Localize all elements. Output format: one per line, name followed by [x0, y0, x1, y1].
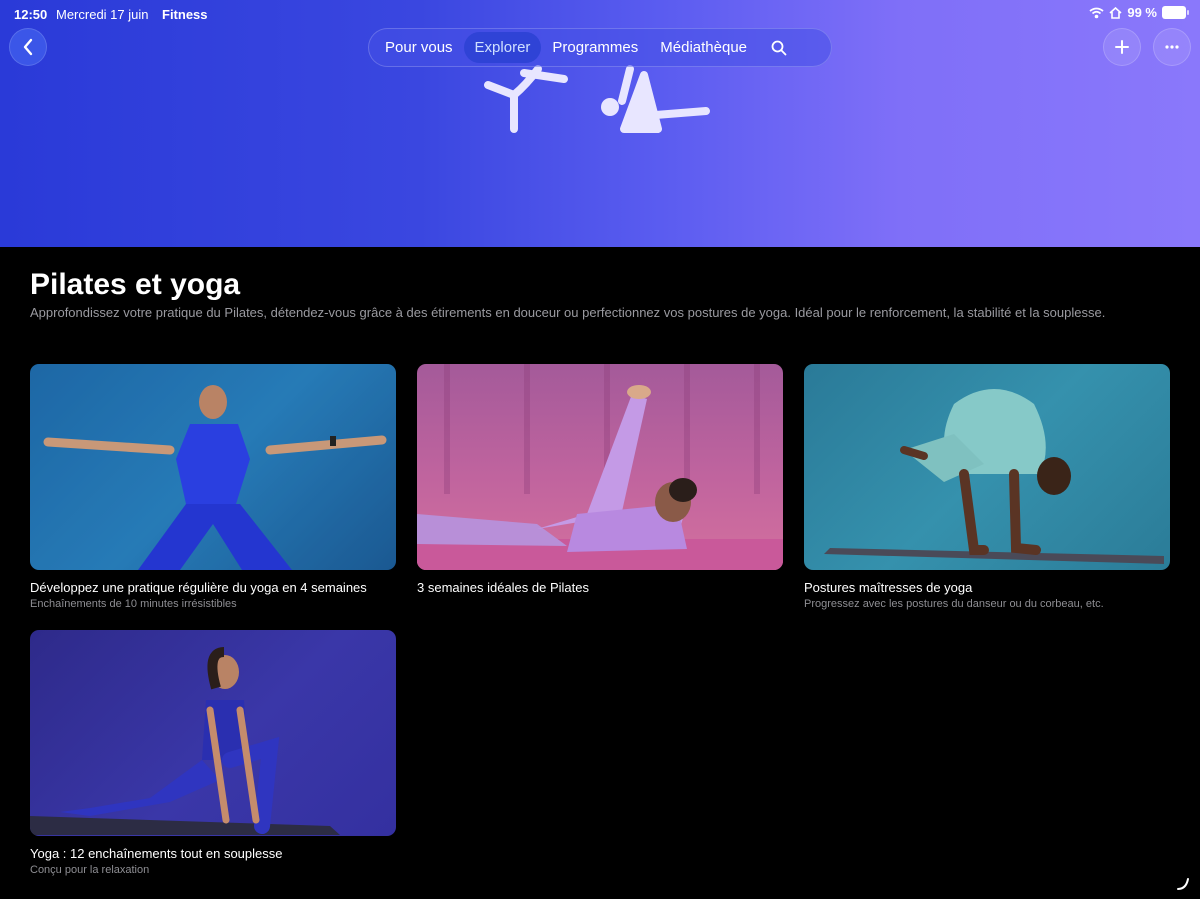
- program-title: Yoga : 12 enchaînements tout en soupless…: [30, 846, 283, 861]
- crow-pose-figure: [824, 389, 1164, 564]
- program-subtitle: Conçu pour la relaxation: [30, 864, 150, 876]
- home-icon: [1109, 6, 1122, 19]
- program-thumbnail[interactable]: [30, 630, 396, 836]
- status-bar: 12:50 Mercredi 17 juin Fitness 99 %: [0, 0, 1200, 28]
- pilates-yoga-icon: [484, 65, 710, 133]
- program-card[interactable]: Développez une pratique régulière du yog…: [30, 364, 396, 610]
- tab-pour-vous[interactable]: Pour vous: [374, 32, 464, 63]
- program-card[interactable]: Postures maîtresses de yoga Progressez a…: [804, 364, 1170, 610]
- page-subtitle: Approfondissez votre pratique du Pilates…: [30, 305, 1106, 320]
- tab-programmes[interactable]: Programmes: [541, 32, 649, 63]
- status-date: Mercredi 17 juin: [56, 7, 149, 22]
- tab-mediatheque[interactable]: Médiathèque: [649, 32, 758, 63]
- battery-icon: [1162, 6, 1189, 19]
- ellipsis-icon: [1165, 45, 1179, 49]
- back-button[interactable]: [9, 28, 47, 66]
- battery-percentage: 99 %: [1127, 5, 1157, 20]
- program-thumbnail[interactable]: [30, 364, 396, 570]
- status-time: 12:50: [14, 7, 48, 22]
- resize-handle-icon[interactable]: [1176, 877, 1190, 891]
- tab-bar: Pour vous Explorer Programmes Médiathèqu…: [368, 28, 832, 67]
- yoga-warrior-figure: [30, 364, 396, 570]
- tab-explorer[interactable]: Explorer: [463, 32, 542, 63]
- status-app-name: Fitness: [162, 7, 208, 22]
- wifi-icon: [1089, 7, 1104, 18]
- search-icon: [771, 40, 787, 55]
- program-title: 3 semaines idéales de Pilates: [417, 580, 589, 595]
- chevron-left-icon: [23, 38, 33, 56]
- program-thumbnail[interactable]: [417, 364, 783, 570]
- program-subtitle: Progressez avec les postures du danseur …: [804, 598, 1104, 610]
- more-button[interactable]: [1153, 28, 1191, 66]
- search-button[interactable]: [764, 33, 794, 63]
- program-card[interactable]: Yoga : 12 enchaînements tout en soupless…: [30, 630, 396, 876]
- plus-icon: [1115, 40, 1129, 54]
- program-card[interactable]: 3 semaines idéales de Pilates: [417, 364, 783, 598]
- page-title: Pilates et yoga: [30, 268, 241, 301]
- pilates-figure: [417, 364, 783, 570]
- lunge-figure: [30, 647, 340, 835]
- program-thumbnail[interactable]: [804, 364, 1170, 570]
- program-title: Postures maîtresses de yoga: [804, 580, 973, 595]
- add-button[interactable]: [1103, 28, 1141, 66]
- program-subtitle: Enchaînements de 10 minutes irrésistible…: [30, 598, 237, 610]
- program-title: Développez une pratique régulière du yog…: [30, 580, 367, 595]
